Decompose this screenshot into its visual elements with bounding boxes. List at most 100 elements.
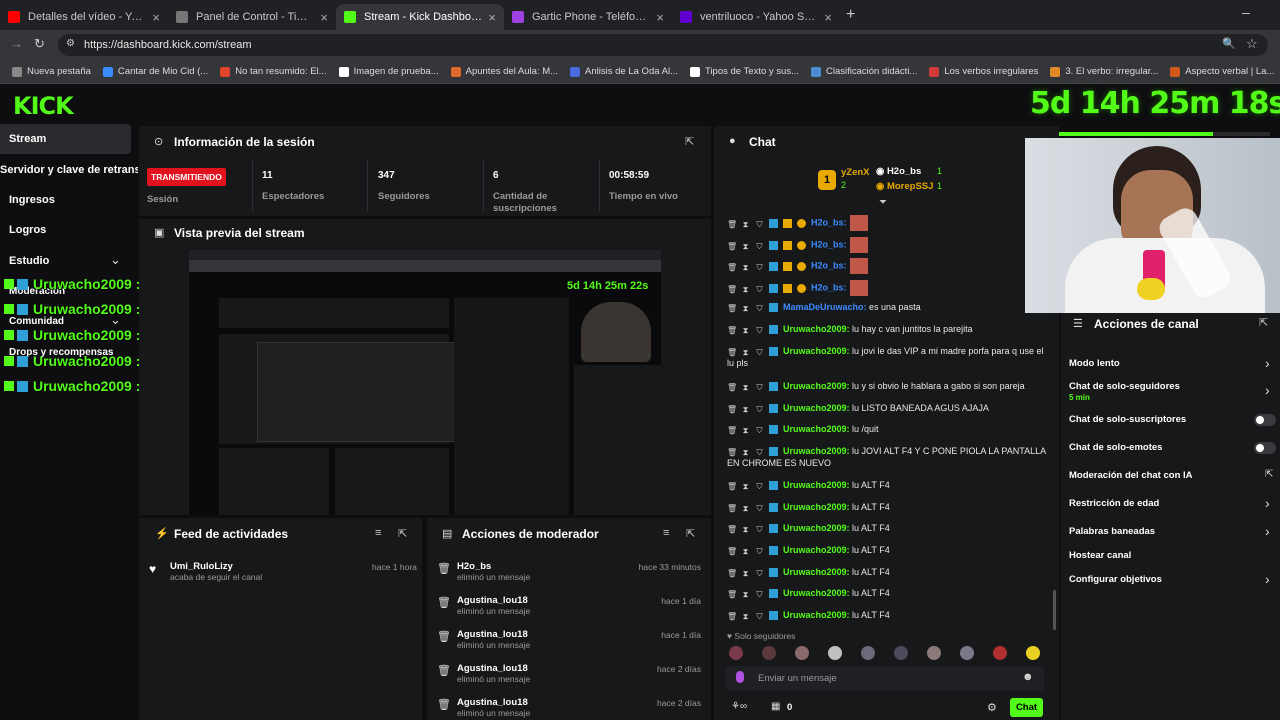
timeout-icon[interactable]: ⧗ [741, 303, 750, 313]
chat-username[interactable]: Uruwacho2009: [783, 545, 850, 555]
bookmark-item[interactable]: Cantar de Mio Cid (... [102, 66, 208, 77]
timeout-icon[interactable]: ⧗ [741, 425, 750, 435]
tab-youtube[interactable]: Detalles del vídeo - YouTube St× [0, 4, 168, 30]
stream-preview-video[interactable]: 5d 14h 25m 22s [189, 250, 661, 515]
close-icon[interactable]: × [488, 10, 496, 25]
timeout-icon[interactable]: ⧗ [741, 325, 750, 335]
delete-icon[interactable]: 🗑 [727, 589, 737, 599]
chevron-right-icon[interactable]: › [1265, 355, 1270, 371]
bookmark-item[interactable]: Tipos de Texto y sus... [690, 66, 799, 77]
timeout-icon[interactable]: ⧗ [741, 262, 750, 272]
timeout-icon[interactable]: ⧗ [741, 589, 750, 599]
zoom-icon[interactable]: 🔍 [1222, 37, 1236, 50]
channel-action-2[interactable]: Chat de solo-suscriptores [1069, 414, 1186, 425]
bookmark-item[interactable]: No tan resumido: El... [220, 66, 327, 77]
close-icon[interactable]: × [656, 10, 664, 25]
forward-icon[interactable]: → [10, 36, 23, 51]
emote-shortcut[interactable] [894, 646, 908, 660]
bookmark-item[interactable]: Imagen de prueba... [338, 66, 439, 77]
chevron-right-icon[interactable]: › [1265, 571, 1270, 587]
sidebar-item-community[interactable]: Comunidad [9, 316, 64, 327]
timeout-icon[interactable]: ⧗ [741, 447, 750, 457]
emote-shortcut[interactable] [960, 646, 974, 660]
chat-username[interactable]: MamaDeUruwacho: [783, 302, 867, 312]
url-field[interactable]: ⚙ https://dashboard.kick.com/stream 🔍 ☆ [58, 34, 1268, 56]
delete-icon[interactable]: 🗑 [727, 241, 737, 251]
bookmark-item[interactable]: 3. El verbo: irregular... [1050, 66, 1158, 77]
emote-shortcut[interactable] [828, 646, 842, 660]
timeout-icon[interactable]: ⧗ [741, 568, 750, 578]
chat-username[interactable]: Uruwacho2009: [783, 567, 850, 577]
delete-icon[interactable]: 🗑 [727, 382, 737, 392]
delete-icon[interactable]: 🗑 [727, 524, 737, 534]
channel-action-6[interactable]: Palabras baneadas [1069, 526, 1155, 537]
bookmark-item[interactable]: Anlisis de La Oda Al... [570, 66, 678, 77]
delete-icon[interactable]: 🗑 [727, 347, 737, 357]
sidebar-item-income[interactable]: Ingresos [9, 194, 55, 206]
channel-action-7[interactable]: Hostear canal [1069, 550, 1131, 561]
delete-icon[interactable]: 🗑 [727, 325, 737, 335]
settings-gear-icon[interactable]: ⚙ [987, 701, 997, 714]
timeout-icon[interactable]: ⧗ [741, 382, 750, 392]
timeout-icon[interactable]: ⧗ [741, 503, 750, 513]
delete-icon[interactable]: 🗑 [727, 447, 737, 457]
timeout-icon[interactable]: ⧗ [741, 404, 750, 414]
chat-username[interactable]: H2o_bs: [811, 217, 847, 227]
tab-gartic-phone[interactable]: Gartic Phone - Teléfono Descon× [504, 4, 672, 30]
emote-shortcut[interactable] [927, 646, 941, 660]
external-link-icon[interactable]: ⇱ [1265, 469, 1273, 480]
bookmark-item[interactable]: Aspecto verbal | La... [1170, 66, 1274, 77]
reload-icon[interactable]: ↻ [34, 36, 45, 52]
chevron-right-icon[interactable]: › [1265, 495, 1270, 511]
timeout-icon[interactable]: ⧗ [741, 284, 750, 294]
chevron-right-icon[interactable]: › [1265, 523, 1270, 539]
bookmark-item[interactable]: Los verbos irregulares [929, 66, 1038, 77]
chevron-down-icon[interactable]: ⏷ [879, 197, 887, 208]
chat-username[interactable]: Uruwacho2009: [783, 523, 850, 533]
timeout-icon[interactable]: ⧗ [741, 481, 750, 491]
delete-icon[interactable]: 🗑 [727, 262, 737, 272]
channel-action-5[interactable]: Restricción de edad [1069, 498, 1159, 509]
timeout-icon[interactable]: ⧗ [741, 241, 750, 251]
popout-icon[interactable]: ⇱ [1259, 316, 1268, 329]
chat-username[interactable]: H2o_bs: [811, 260, 847, 270]
emote-shortcut[interactable] [729, 646, 743, 660]
tab-yahoo-search[interactable]: ventriluoco - Yahoo Search Tus× [672, 4, 840, 30]
filter-icon[interactable]: ≡ [663, 527, 669, 539]
chat-username[interactable]: Uruwacho2009: [783, 424, 850, 434]
popout-icon[interactable]: ⇱ [686, 527, 695, 540]
chat-username[interactable]: Uruwacho2009: [783, 381, 850, 391]
chat-username[interactable]: Uruwacho2009: [783, 588, 850, 598]
channel-action-4[interactable]: Moderación del chat con IA [1069, 470, 1193, 481]
close-icon[interactable]: × [320, 10, 328, 25]
delete-icon[interactable]: 🗑 [727, 481, 737, 491]
channel-action-1[interactable]: Chat de solo-seguidores [1069, 381, 1180, 392]
delete-icon[interactable]: 🗑 [727, 546, 737, 556]
bookmark-item[interactable]: Clasificación didácti... [811, 66, 917, 77]
chat-username[interactable]: H2o_bs: [811, 282, 847, 292]
emote-shortcut[interactable] [1026, 646, 1040, 660]
send-chat-button[interactable]: Chat [1010, 698, 1043, 717]
chat-username[interactable]: Uruwacho2009: [783, 346, 850, 356]
popout-icon[interactable]: ⇱ [685, 135, 694, 148]
timeout-icon[interactable]: ⧗ [741, 347, 750, 357]
channel-action-3[interactable]: Chat de solo-emotes [1069, 442, 1162, 453]
chat-username[interactable]: Uruwacho2009: [783, 324, 850, 334]
emote-shortcut[interactable] [861, 646, 875, 660]
popout-icon[interactable]: ⇱ [398, 527, 407, 540]
chat-scrollbar[interactable] [1053, 590, 1056, 630]
emote-shortcut[interactable] [762, 646, 776, 660]
delete-icon[interactable]: 🗑 [727, 503, 737, 513]
timeout-icon[interactable]: ⧗ [741, 546, 750, 556]
sidebar-item-studio[interactable]: Estudio [9, 255, 49, 267]
delete-icon[interactable]: 🗑 [727, 404, 737, 414]
new-tab-button[interactable]: + [846, 6, 855, 24]
toggle-switch[interactable] [1254, 414, 1276, 426]
emote-shortcut[interactable] [795, 646, 809, 660]
chevron-down-icon[interactable]: ⌄ [110, 252, 121, 268]
delete-icon[interactable]: 🗑 [727, 284, 737, 294]
chat-username[interactable]: Uruwacho2009: [783, 480, 850, 490]
bookmark-star-icon[interactable]: ☆ [1246, 36, 1258, 52]
chat-username[interactable]: Uruwacho2009: [783, 502, 850, 512]
mic-icon[interactable] [736, 671, 744, 683]
